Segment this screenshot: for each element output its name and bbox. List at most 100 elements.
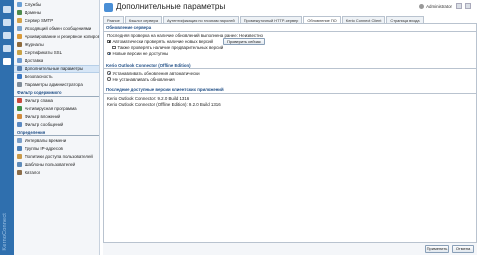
- sidebar-item-icon: [17, 106, 22, 112]
- update-status: Новые версии не доступны: [112, 51, 169, 56]
- beta-checkbox[interactable]: [112, 45, 116, 50]
- page-title: Дополнительные параметры: [116, 2, 226, 11]
- sidebar-item-label: Фильтр сообщений: [24, 122, 64, 128]
- outlook-section-title: Kerio Outlook Connector (Offline Edition…: [104, 62, 476, 69]
- sidebar-item-icon: [17, 50, 22, 56]
- sidebar-item-icon: [17, 170, 22, 176]
- sidebar-item-label: Службы: [24, 1, 42, 7]
- settings-icon[interactable]: [3, 58, 11, 65]
- dropdown-icon[interactable]: [456, 3, 462, 9]
- sidebar-item-label: Исходящий обмен сообщениями: [24, 25, 92, 31]
- sidebar-item-label: Домены: [24, 9, 42, 15]
- sidebar-item-label: Параметры администратора: [24, 82, 83, 88]
- sidebar-item[interactable]: Фильтр сообщений: [14, 121, 99, 129]
- tab[interactable]: Аутентификация по глоихам паролей: [163, 16, 239, 23]
- outlook-radio-none[interactable]: [107, 77, 111, 81]
- auto-check-label: Автоматически проверять наличие новых ве…: [112, 39, 214, 44]
- sidebar-item-icon: [17, 25, 22, 31]
- sidebar-item-label: Сервер SMTP: [24, 17, 54, 23]
- sidebar-item[interactable]: Каталог: [14, 169, 99, 177]
- sidebar-item[interactable]: Архивирование и резервное копирова...: [14, 32, 99, 40]
- sidebar-item-icon: [17, 33, 22, 39]
- sidebar-item[interactable]: Журналы: [14, 40, 99, 48]
- sidebar-item[interactable]: Безопасность: [14, 73, 99, 81]
- sidebar-item-icon: [17, 1, 22, 7]
- sidebar-item-icon: [17, 114, 22, 120]
- auto-check-checkbox[interactable]: [107, 39, 111, 44]
- sidebar-item-label: Дополнительные параметры: [24, 66, 84, 72]
- sidebar-item[interactable]: Домены: [14, 8, 99, 16]
- sidebar-item[interactable]: Доставка: [14, 57, 99, 65]
- sidebar-item[interactable]: Дополнительные параметры: [14, 64, 99, 73]
- user-avatar-icon: [419, 3, 424, 9]
- info-icon: [107, 51, 111, 56]
- sidebar-item[interactable]: Интервалы времени: [14, 136, 99, 144]
- sidebar-item-label: Группы IP-адресов: [24, 146, 63, 152]
- sidebar-item-icon: [17, 162, 22, 168]
- tab[interactable]: Kerio Connect Client: [341, 16, 386, 23]
- tab[interactable]: Кэшлог сервера: [124, 16, 162, 23]
- user-menu[interactable]: Administrator: [426, 4, 452, 9]
- sidebar-item[interactable]: Группы IP-адресов: [14, 145, 99, 153]
- sidebar-item-icon: [17, 146, 22, 152]
- tab[interactable]: Страница входа: [386, 16, 424, 23]
- sidebar-item-label: Политики доступа пользователей: [24, 154, 93, 160]
- sidebar-item-icon: [17, 137, 22, 143]
- sidebar-item-label: Журналы: [24, 42, 44, 48]
- sidebar-item[interactable]: Параметры администратора: [14, 81, 99, 89]
- sidebar-item-icon: [17, 74, 22, 80]
- sidebar-item-label: Шаблоны пользователей: [24, 162, 76, 168]
- update-status-row: Новые версии не доступны: [104, 51, 476, 57]
- sidebar-item-label: Каталог: [24, 170, 41, 176]
- clients-section-title: Последние доступные версии клиентских пр…: [104, 86, 476, 94]
- sidebar-item-icon: [17, 66, 22, 72]
- check-now-button[interactable]: Проверить сейчас: [223, 38, 265, 45]
- sidebar-item-icon: [17, 17, 22, 23]
- sidebar-item[interactable]: Фильтр вложений: [14, 113, 99, 121]
- sidebar-item-icon: [17, 9, 22, 15]
- sidebar-item-label: Фильтр вложений: [24, 114, 61, 120]
- sidebar-item-icon: [17, 154, 22, 160]
- beta-label: Также проверять наличие предварительных …: [117, 45, 224, 50]
- apply-button[interactable]: Применить: [425, 245, 449, 253]
- sidebar-item[interactable]: Политики доступа пользователей: [14, 153, 99, 161]
- sidebar-item-icon: [17, 98, 22, 104]
- sidebar-item-label: Интервалы времени: [24, 137, 67, 143]
- sidebar-item[interactable]: Сервер SMTP: [14, 16, 99, 24]
- sidebar-item[interactable]: Службы: [14, 0, 99, 8]
- sidebar-item[interactable]: Сертификаты SSL: [14, 49, 99, 57]
- tab-bar: Разное Кэшлог сервера Аутентификация по гл…: [103, 16, 425, 23]
- outlook-option-none[interactable]: Не устанавливать обновления: [104, 76, 476, 82]
- sidebar-item-label: Архивирование и резервное копирова...: [24, 33, 100, 39]
- server-icon[interactable]: [3, 45, 11, 52]
- sidebar-item-icon: [17, 42, 22, 48]
- sidebar-item-icon: [17, 122, 22, 128]
- sidebar-item[interactable]: Антивирусная программа: [14, 105, 99, 113]
- sidebar-item-label: Доставка: [24, 58, 44, 64]
- cancel-button[interactable]: Отмена: [452, 245, 474, 253]
- sidebar-item-icon: [17, 58, 22, 64]
- header: Дополнительные параметры Administrator: [100, 0, 480, 15]
- tab[interactable]: Разное: [103, 16, 124, 23]
- help-icon[interactable]: [465, 3, 471, 9]
- update-section-title: Обновление сервера: [104, 24, 476, 32]
- tab[interactable]: Промежуточный HTTP-сервер: [239, 16, 303, 23]
- mail-icon[interactable]: [3, 6, 11, 13]
- sidebar-item[interactable]: Шаблоны пользователей: [14, 161, 99, 169]
- outlook-radio-auto[interactable]: [107, 71, 111, 75]
- sidebar-item-label: Фильтр спама: [24, 98, 53, 104]
- calendar-icon[interactable]: [3, 19, 11, 26]
- sidebar-item-label: Антивирусная программа: [24, 106, 77, 112]
- brand-logo: KernoConnect: [2, 213, 8, 251]
- client-version-line: Kerio Outlook Connector (Offline Edition…: [107, 102, 221, 107]
- sidebar-item-label: Сертификаты SSL: [24, 50, 63, 56]
- tab[interactable]: Обновление ПО: [303, 16, 341, 23]
- sidebar: Службы Домены Сервер SMTP Исходящий обмен с…: [14, 0, 100, 255]
- sidebar-item-label: Безопасность: [24, 74, 53, 80]
- sidebar-item[interactable]: Исходящий обмен сообщениями: [14, 24, 99, 32]
- sidebar-item-icon: [17, 82, 22, 88]
- footer: Применить Отмена: [103, 243, 477, 255]
- contacts-icon[interactable]: [3, 32, 11, 39]
- app-rail: KernoConnect: [0, 0, 14, 255]
- sidebar-item[interactable]: Фильтр спама: [14, 97, 99, 105]
